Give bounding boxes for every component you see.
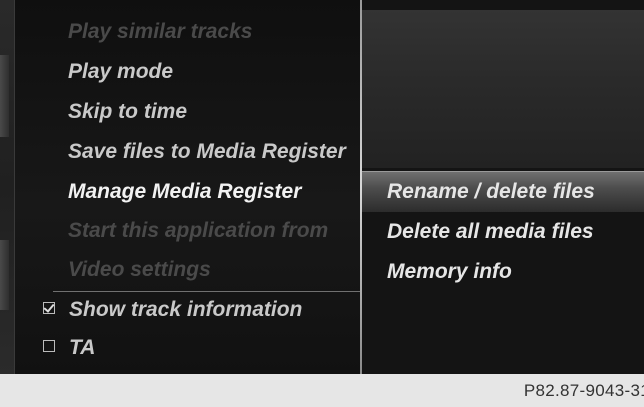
toggle-label: TA <box>69 336 96 359</box>
submenu-item-delete-all-media-files[interactable]: Delete all media files <box>387 220 594 244</box>
menu-item-play-mode[interactable]: Play mode <box>68 60 173 84</box>
submenu-panel: Rename / delete files Delete all media f… <box>362 0 644 374</box>
menu-item-video-settings: Video settings <box>68 258 211 281</box>
toggle-show-track-information[interactable]: Show track information <box>43 298 302 322</box>
toggle-ta[interactable]: TA <box>43 336 95 360</box>
media-preview-area <box>362 10 644 168</box>
menu-item-start-this-application-from: Start this application from <box>68 219 329 242</box>
submenu-item-rename-delete-files[interactable]: Rename / delete files <box>387 180 595 204</box>
main-menu: Play similar tracks Play mode Skip to ti… <box>15 0 360 374</box>
figure-code: P82.87-9043-31 <box>523 381 644 400</box>
bezel-notch-top <box>0 55 9 137</box>
bezel-notch-bottom <box>0 240 9 310</box>
menu-item-skip-to-time[interactable]: Skip to time <box>68 100 187 124</box>
checkbox-checked-icon[interactable] <box>43 302 55 314</box>
menu-item-manage-media-register[interactable]: Manage Media Register <box>68 180 301 204</box>
left-bezel <box>0 0 15 374</box>
submenu-item-memory-info[interactable]: Memory info <box>387 260 512 284</box>
checkbox-unchecked-icon[interactable] <box>43 340 55 352</box>
menu-item-play-similar-tracks: Play similar tracks <box>68 20 253 43</box>
toggle-label: Show track information <box>69 298 303 321</box>
media-options-screen: Play similar tracks Play mode Skip to ti… <box>0 0 644 374</box>
menu-separator <box>53 291 360 292</box>
menu-item-save-files-to-media-register[interactable]: Save files to Media Register <box>68 140 346 164</box>
caption-bar: P82.87-9043-31 <box>0 374 644 407</box>
